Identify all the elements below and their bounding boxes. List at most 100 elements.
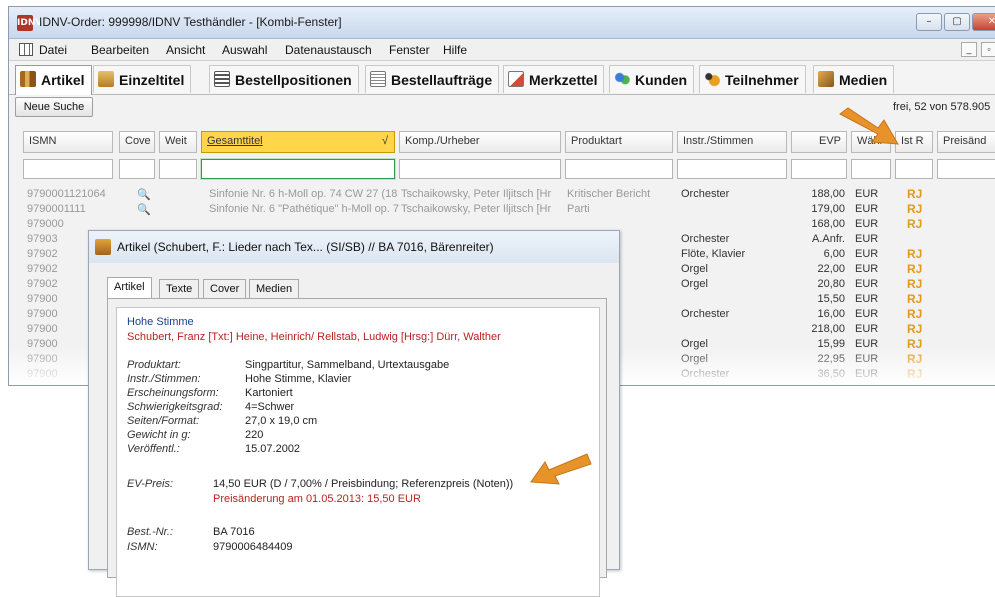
cell-evp: 20,80 — [817, 278, 845, 290]
col-header-weit[interactable]: Weit — [159, 131, 197, 153]
cell-ist: RJ — [907, 277, 923, 291]
field-label: Seiten/Format: — [127, 415, 200, 427]
tab-bestellpositionen[interactable]: Bestellpositionen — [209, 65, 359, 93]
dialog-tab-texte[interactable]: Texte — [159, 279, 200, 299]
dialog-tab-medien[interactable]: Medien — [249, 279, 300, 299]
mdi-restore-button[interactable]: ▫ — [981, 42, 995, 57]
cell-evp: 179,00 — [811, 203, 845, 215]
filter-weit-input[interactable] — [159, 159, 197, 179]
close-button[interactable]: ✕ — [972, 13, 995, 31]
order-number-label: Best.-Nr.: — [127, 526, 174, 538]
filter-evp-input[interactable] — [791, 159, 847, 179]
ev-price-label: EV-Preis: — [127, 478, 174, 490]
mdi-minimize-button[interactable]: _ — [961, 42, 977, 57]
tab-einzeltitel[interactable]: Einzeltitel — [93, 65, 192, 93]
cell-product: Kritischer Bericht — [567, 188, 651, 200]
field-value: 220 — [245, 429, 264, 441]
col-header-instr[interactable]: Instr./Stimmen — [677, 131, 787, 153]
maximize-button[interactable]: ▢ — [944, 13, 970, 31]
title-bar[interactable]: IDNV IDNV-Order: 999998/IDNV Testhändler… — [9, 7, 995, 39]
menu-auswahl[interactable]: Auswahl — [222, 43, 267, 57]
filter-komp-input[interactable] — [399, 159, 561, 179]
article-heading: Hohe Stimme — [127, 316, 194, 328]
ismn-label: ISMN: — [127, 541, 158, 553]
table-row[interactable]: 9790001121064 🔍 Sinfonie Nr. 6 h-Moll op. … — [9, 187, 995, 202]
filter-row — [9, 159, 995, 183]
field-value: Hohe Stimme, Klavier — [245, 373, 352, 385]
menu-ansicht[interactable]: Ansicht — [166, 43, 205, 57]
cell-instr: Orchester — [681, 233, 730, 245]
tab-label: Medien — [839, 72, 888, 88]
filter-produktart-input[interactable] — [565, 159, 673, 179]
order-number-value: BA 7016 — [213, 526, 255, 538]
annotation-arrow-icon — [530, 453, 592, 485]
cell-evp: 16,00 — [817, 308, 845, 320]
cell-evp: 6,00 — [823, 248, 845, 260]
tab-bestellauftraege[interactable]: Bestellaufträge — [365, 65, 500, 93]
field-label: Schwierigkeitsgrad: — [127, 401, 223, 413]
menu-hilfe[interactable]: Hilfe — [443, 43, 467, 57]
new-search-button[interactable]: Neue Suche — [15, 97, 93, 117]
cell-ist: RJ — [907, 307, 923, 321]
tab-kunden[interactable]: Kunden — [609, 65, 695, 93]
cell-instr: Orgel — [681, 278, 708, 290]
table-row[interactable]: 9790001111 🔍 Sinfonie Nr. 6 "Pathétique" h… — [9, 202, 995, 217]
app-icon: IDNV — [17, 15, 42, 31]
menu-datei[interactable]: Datei — [39, 43, 67, 57]
field-value: 27,0 x 19,0 cm — [245, 415, 318, 427]
tab-label: Kunden — [635, 72, 688, 88]
tab-label: Teilnehmer — [725, 72, 799, 88]
filter-ist-r-input[interactable] — [895, 159, 933, 179]
tab-merkzettel[interactable]: Merkzettel — [503, 65, 605, 93]
cell-product: Parti — [567, 203, 590, 215]
cell-composer: Tschaikowsky, Peter Iljitsch [Hr — [401, 203, 552, 215]
filter-preisaend-input[interactable] — [937, 159, 995, 179]
tab-teilnehmer[interactable]: Teilnehmer — [699, 65, 806, 93]
filter-waehr-input[interactable] — [851, 159, 891, 179]
list-icon — [214, 71, 230, 87]
cell-cover: 🔍 — [137, 189, 151, 201]
cell-ist: RJ — [907, 247, 923, 261]
field-label: Gewicht in g: — [127, 429, 191, 441]
menu-datenaustausch[interactable]: Datenaustausch — [285, 43, 372, 57]
cell-ist: RJ — [907, 217, 923, 231]
dialog-title: Artikel (Schubert, F.: Lieder nach Tex..… — [117, 240, 494, 254]
dialog-title-bar[interactable]: Artikel (Schubert, F.: Lieder nach Tex..… — [89, 231, 619, 263]
menu-bearbeiten[interactable]: Bearbeiten — [91, 43, 149, 57]
article-authors: Schubert, Franz [Txt:] Heine, Heinrich/ … — [127, 331, 501, 343]
menu-fenster[interactable]: Fenster — [389, 43, 430, 57]
dialog-tab-artikel[interactable]: Artikel — [107, 277, 152, 300]
field-label: Produktart: — [127, 359, 181, 371]
cell-ist: RJ — [907, 187, 923, 201]
filter-ismn-input[interactable] — [23, 159, 113, 179]
tab-artikel[interactable]: Artikel — [15, 65, 92, 95]
filter-gesamttitel-input[interactable] — [201, 159, 395, 179]
notepad-icon — [508, 71, 524, 87]
window-title: IDNV-Order: 999998/IDNV Testhändler - [K… — [39, 15, 342, 29]
col-header-preisaend[interactable]: Preisänd — [937, 131, 995, 153]
tab-label: Bestellaufträge — [391, 72, 493, 88]
document-icon — [370, 71, 386, 87]
cell-cur: EUR — [855, 323, 879, 335]
col-header-gesamttitel[interactable]: Gesamttitel √ — [201, 131, 395, 153]
minimize-button[interactable]: – — [916, 13, 942, 31]
window-menu-icon[interactable] — [19, 43, 33, 56]
cell-instr: Orchester — [681, 188, 730, 200]
price-change-note: Preisänderung am 01.05.2013: 15,50 EUR — [213, 493, 421, 505]
cell-title: Sinfonie Nr. 6 h-Moll op. 74 CW 27 (18 — [209, 188, 398, 200]
col-header-produktart[interactable]: Produktart — [565, 131, 673, 153]
cell-instr: Orgel — [681, 263, 708, 275]
cell-cur: EUR — [855, 263, 879, 275]
cell-ist: RJ — [907, 202, 923, 216]
books-icon — [95, 239, 111, 255]
col-header-ismn[interactable]: ISMN — [23, 131, 113, 153]
filter-instr-input[interactable] — [677, 159, 787, 179]
col-header-cover[interactable]: Cove — [119, 131, 155, 153]
cell-ismn: 979000 — [27, 218, 64, 230]
people-check-icon — [614, 71, 630, 87]
col-header-komp[interactable]: Komp./Urheber — [399, 131, 561, 153]
cell-cur: EUR — [855, 293, 879, 305]
filter-cover-input[interactable] — [119, 159, 155, 179]
dialog-tab-cover[interactable]: Cover — [203, 279, 247, 299]
tab-medien[interactable]: Medien — [813, 65, 895, 93]
